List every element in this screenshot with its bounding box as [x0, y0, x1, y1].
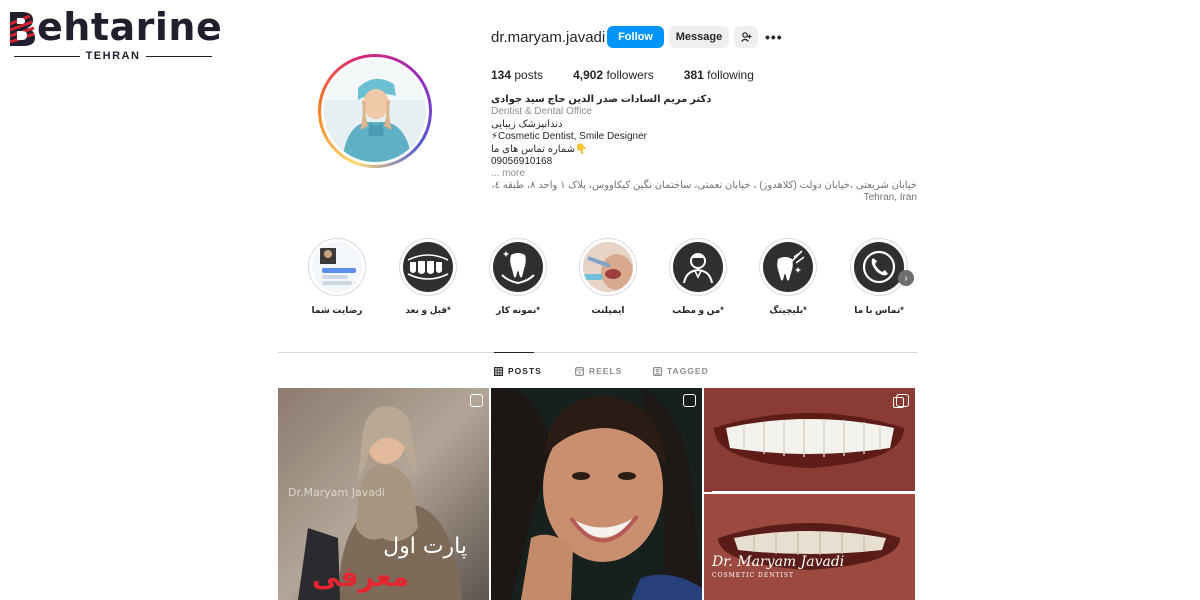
- phone-icon: [854, 242, 904, 292]
- active-tab-indicator: [494, 352, 534, 353]
- post-overlay-subtitle: معرفی: [311, 560, 409, 593]
- highlight-label: *قبل و بعد: [405, 305, 451, 315]
- post-watermark: Dr.Maryam Javadi: [288, 486, 385, 499]
- highlight-item[interactable]: *من و مطب: [668, 238, 728, 316]
- doctor-icon: [673, 242, 723, 292]
- tooth-hands-icon: [493, 242, 543, 292]
- logo-city-text: TEHRAN: [85, 50, 141, 62]
- carousel-icon: [893, 394, 909, 408]
- post-signature: Dr. Maryam Javadi COSMETIC DENTIST: [712, 554, 845, 582]
- following-count: 381: [683, 68, 704, 82]
- followers-count: 4,902: [573, 68, 604, 82]
- post-image: [491, 388, 702, 600]
- reel-icon: [683, 394, 696, 407]
- dental-procedure-photo: [583, 242, 633, 292]
- post-signature-name: Dr. Maryam Javadi: [712, 554, 845, 570]
- bio-line-2: ⚡Cosmetic Dentist, Smile Designer: [491, 131, 647, 143]
- highlight-label: *من و مطب: [672, 305, 724, 315]
- bio-line-1: دندانپزشک زیبایی: [491, 118, 563, 130]
- profile-bio: دکتر مریم السادات صدر الدین حاج سید جواد…: [491, 94, 921, 181]
- tooth-bleaching-icon: [763, 242, 813, 292]
- more-options-icon[interactable]: •••: [765, 29, 783, 45]
- profile-stats: 134 posts 4,902 followers 381 following: [491, 68, 784, 82]
- posts-label: posts: [514, 68, 544, 82]
- highlight-item[interactable]: ایمپلنت: [578, 238, 638, 316]
- bio-phone: 09056910168: [491, 156, 553, 168]
- avatar-photo: [324, 60, 426, 162]
- tab-posts[interactable]: POSTS: [494, 366, 542, 376]
- post-thumbnail[interactable]: Dr.Maryam Javadi پارت اول معرفی: [278, 388, 489, 600]
- tabs-divider: [278, 352, 918, 353]
- highlight-label: رضایت شما: [311, 305, 363, 315]
- logo-text: ehtarine: [37, 5, 223, 49]
- logo-wordmark: ehtarine: [8, 6, 222, 48]
- bio-category: Dentist & Dental Office: [491, 106, 592, 118]
- tagged-icon: [653, 366, 662, 376]
- highlight-item[interactable]: رضایت شما: [307, 238, 367, 316]
- post-overlay-title: پارت اول: [383, 534, 467, 559]
- highlights-next-button[interactable]: ›: [898, 270, 914, 286]
- highlight-item[interactable]: *بلیچینگ: [758, 238, 818, 316]
- highlight-label: *نمونه کار: [496, 305, 540, 315]
- post-thumbnail[interactable]: Dr. Maryam Javadi COSMETIC DENTIST: [704, 388, 915, 600]
- bio-address-line: خیابان شریعتی ،خیابان دولت (کلاهدوز) ، خ…: [491, 180, 917, 191]
- chat-screenshot-thumb: [312, 242, 362, 292]
- post-signature-sub: COSMETIC DENTIST: [712, 572, 794, 579]
- behtarine-logo: ehtarine TEHRAN: [8, 6, 222, 62]
- tab-posts-label: POSTS: [508, 366, 542, 376]
- person-add-icon: [740, 32, 751, 42]
- posts-count: 134: [491, 68, 512, 82]
- suggested-users-button[interactable]: [734, 26, 758, 48]
- bio-address: خیابان شریعتی ،خیابان دولت (کلاهدوز) ، خ…: [491, 180, 917, 204]
- reel-icon: [470, 394, 483, 407]
- message-button[interactable]: Message: [669, 26, 729, 48]
- teeth-row-icon: [403, 242, 453, 292]
- profile-username: dr.maryam.javadi: [491, 29, 606, 46]
- profile-avatar[interactable]: [318, 54, 432, 168]
- following-stat[interactable]: 381 following: [684, 68, 754, 82]
- tab-reels[interactable]: REELS: [575, 366, 622, 376]
- bio-line-3: 👇شماره تماس های ما: [491, 143, 588, 155]
- following-label: following: [707, 68, 754, 82]
- post-thumbnail[interactable]: [491, 388, 702, 600]
- tab-tagged[interactable]: TAGGED: [653, 366, 709, 376]
- followers-stat[interactable]: 4,902 followers: [573, 68, 654, 82]
- highlight-item[interactable]: *نمونه کار: [488, 238, 548, 316]
- tab-reels-label: REELS: [589, 366, 623, 376]
- highlight-label: *تماس با ما: [854, 305, 904, 315]
- logo-city: TEHRAN: [14, 50, 212, 62]
- reels-icon: [575, 366, 584, 376]
- logo-b-mark: [8, 10, 36, 48]
- highlight-item[interactable]: *قبل و بعد: [398, 238, 458, 316]
- followers-label: followers: [606, 68, 654, 82]
- highlight-label: *بلیچینگ: [769, 305, 807, 315]
- posts-stat[interactable]: 134 posts: [491, 68, 543, 82]
- highlight-label: ایمپلنت: [591, 305, 625, 315]
- follow-button[interactable]: Follow: [607, 26, 664, 48]
- bio-full-name: دکتر مریم السادات صدر الدین حاج سید جواد…: [491, 94, 712, 105]
- grid-icon: [494, 366, 503, 376]
- tab-tagged-label: TAGGED: [667, 366, 709, 376]
- bio-more-link[interactable]: ... more: [491, 168, 921, 180]
- bio-city: Tehran, Iran: [863, 192, 917, 203]
